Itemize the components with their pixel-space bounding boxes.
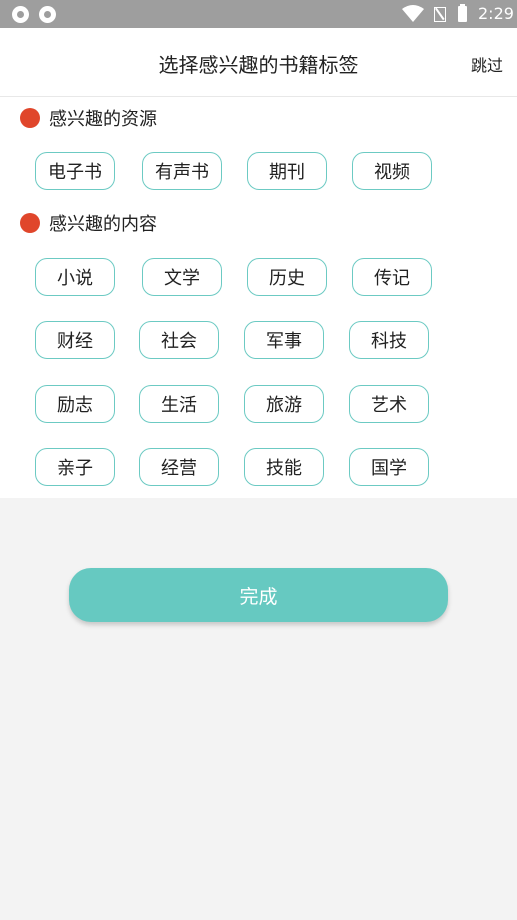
done-button[interactable]: 完成 [69,568,448,622]
tag-chip-content[interactable]: 历史 [247,258,327,296]
skip-button[interactable]: 跳过 [471,52,503,76]
tag-chip-content[interactable]: 技能 [244,448,324,486]
page-title: 选择感兴趣的书籍标签 [158,53,359,77]
wifi-icon [402,5,424,22]
status-time: 2:29 [478,4,514,23]
tag-chip-content[interactable]: 社会 [139,321,219,359]
tag-chip-content[interactable]: 旅游 [244,385,324,423]
tag-chip-content[interactable]: 文学 [142,258,222,296]
section-header-content: 感兴趣的内容 [20,211,157,235]
tag-chip-resource[interactable]: 视频 [352,152,432,190]
tag-chip-resource[interactable]: 电子书 [35,152,115,190]
tag-chip-resource[interactable]: 有声书 [142,152,222,190]
tag-selection-panel: 感兴趣的资源 电子书 有声书 期刊 视频 感兴趣的内容 小说 文学 历史 传记 … [0,97,517,498]
no-sim-icon [434,7,446,22]
tag-chip-content[interactable]: 财经 [35,321,115,359]
section-label-content: 感兴趣的内容 [49,214,157,235]
tag-chip-content[interactable]: 小说 [35,258,115,296]
section-header-resources: 感兴趣的资源 [20,106,157,130]
tag-chip-content[interactable]: 艺术 [349,385,429,423]
status-bar: 2:29 [0,0,517,28]
tag-chip-content[interactable]: 传记 [352,258,432,296]
tag-chip-content[interactable]: 国学 [349,448,429,486]
tag-chip-content[interactable]: 经营 [139,448,219,486]
app-notification-icon [12,6,29,23]
battery-icon [458,4,467,22]
tag-chip-content[interactable]: 生活 [139,385,219,423]
tag-chip-content[interactable]: 励志 [35,385,115,423]
tag-chip-resource[interactable]: 期刊 [247,152,327,190]
section-dot-icon [20,108,40,128]
section-dot-icon [20,213,40,233]
tag-chip-content[interactable]: 军事 [244,321,324,359]
tag-chip-content[interactable]: 亲子 [35,448,115,486]
app-header: 选择感兴趣的书籍标签 跳过 [0,28,517,97]
app-notification-icon [39,6,56,23]
section-label-resources: 感兴趣的资源 [49,109,157,130]
tag-chip-content[interactable]: 科技 [349,321,429,359]
